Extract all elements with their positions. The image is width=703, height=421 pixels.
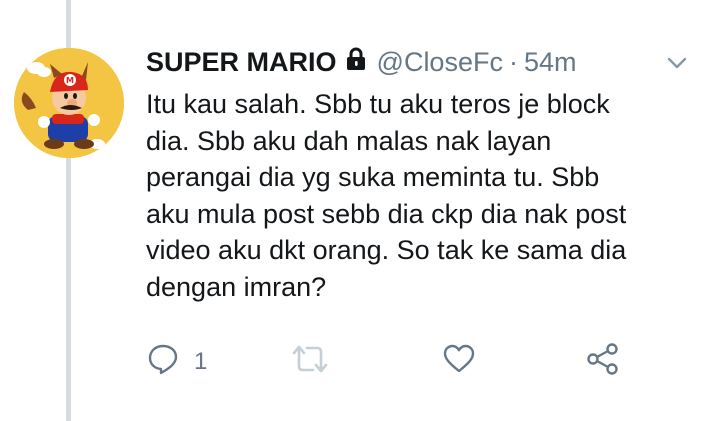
tweet-text-line: aku mula post sebb dia ckp dia nak post [146,198,627,229]
tweet-timestamp[interactable]: 54m [524,47,577,78]
retweet-button[interactable] [290,342,330,381]
tweet-body: Itu kau salah. Sbb tu aku teros je block… [146,86,686,305]
tweet-text-line: Itu kau salah. Sbb tu aku teros je block [146,89,610,119]
reply-button[interactable]: 1 [146,342,207,381]
tweet-text-line: video aku dkt orang. So tak ke sama dia [146,235,627,265]
svg-text:M: M [66,76,74,85]
tweet-text-line: dia. Sbb aku dah malas nak layan [146,125,552,156]
chevron-down-icon[interactable] [666,56,688,75]
reply-count: 1 [194,347,208,375]
tweet-header: SUPER MARIO @CloseFc · 54m [146,42,577,82]
author-handle[interactable]: @CloseFc [377,47,503,78]
lock-icon [345,47,367,78]
reply-icon [146,342,180,381]
avatar-image: M [14,48,124,158]
share-button[interactable] [586,342,620,381]
tweet-text-line: dengan imran? [146,271,327,302]
tweet-text-line: perangai dia yg suka meminta tu. Sbb [146,162,600,192]
tweet-actions: 1 [146,342,666,382]
share-icon [586,342,620,381]
author-display-name[interactable]: SUPER MARIO [146,47,337,78]
header-separator: · [508,46,518,77]
like-icon [442,342,476,381]
like-button[interactable] [442,342,476,381]
retweet-icon [290,342,330,381]
avatar[interactable]: M [14,48,124,158]
